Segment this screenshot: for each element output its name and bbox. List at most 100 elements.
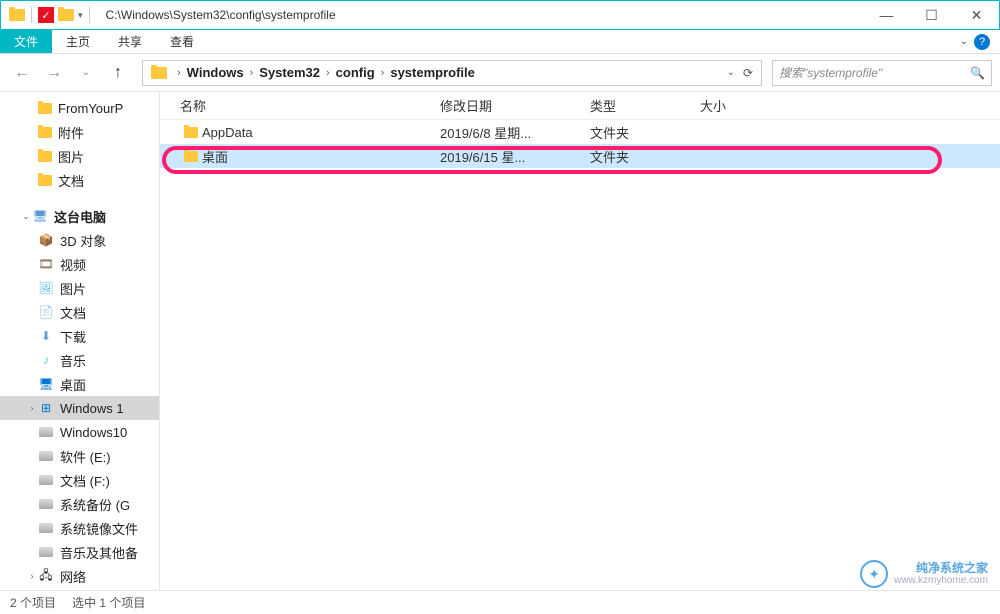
breadcrumb-item[interactable]: Windows — [187, 65, 244, 80]
tab-file[interactable]: 文件 — [0, 30, 52, 53]
sidebar-item-label: 系统备份 (G — [60, 495, 130, 514]
sidebar-item-label: 这台电脑 — [54, 207, 106, 226]
sidebar-item-label: 桌面 — [60, 375, 86, 394]
sidebar-item[interactable]: 文档 — [0, 168, 159, 192]
chevron-right-icon[interactable]: › — [177, 67, 181, 79]
recent-dropdown[interactable]: ⌄ — [72, 59, 100, 87]
sidebar-item[interactable]: 🖥 桌面 — [0, 372, 159, 396]
chevron-right-icon[interactable]: › — [326, 67, 330, 79]
breadcrumb-item[interactable]: System32 — [259, 65, 320, 80]
column-header-date[interactable]: 修改日期 — [430, 96, 580, 115]
sidebar-item-label: 音乐及其他备 — [60, 543, 138, 562]
file-list-pane[interactable]: 名称 修改日期 类型 大小 AppData2019/6/8 星期...文件夹桌面… — [160, 92, 1000, 590]
address-bar-row: ← → ⌄ ↑ › Windows › System32 › config › … — [0, 54, 1000, 92]
search-placeholder: 搜索"systemprofile" — [779, 64, 970, 81]
watermark-logo-icon: ✦ — [860, 560, 888, 588]
sidebar-item-this-pc[interactable]: ⌄ 🖥 这台电脑 — [0, 204, 159, 228]
sidebar-item-label: 音乐 — [60, 351, 86, 370]
folder-icon — [38, 151, 52, 162]
qat-dropdown[interactable]: ▾ — [78, 10, 83, 21]
sidebar-item[interactable]: FromYourP — [0, 96, 159, 120]
disk-icon — [39, 451, 53, 461]
music-icon: ♪ — [38, 352, 54, 368]
refresh-icon[interactable]: ⟳ — [743, 66, 753, 80]
back-button[interactable]: ← — [8, 59, 36, 87]
column-header-name[interactable]: 名称 — [160, 96, 430, 115]
sidebar-item[interactable]: 附件 — [0, 120, 159, 144]
separator — [31, 7, 32, 23]
sidebar-item[interactable]: 软件 (E:) — [0, 444, 159, 468]
sidebar-item-label: 图片 — [60, 279, 86, 298]
caret-down-icon[interactable]: ⌄ — [20, 211, 32, 222]
folder-icon — [9, 9, 25, 21]
down-icon: ⬇ — [38, 328, 54, 344]
pic-icon: 🖼 — [38, 280, 54, 296]
caret-icon[interactable]: › — [26, 403, 38, 413]
breadcrumb[interactable]: › Windows › System32 › config › systempr… — [142, 60, 762, 86]
sidebar-item[interactable]: 📦3D 对象 — [0, 228, 159, 252]
caret-icon[interactable]: › — [26, 571, 38, 581]
folder-icon — [38, 127, 52, 138]
chevron-right-icon[interactable]: › — [250, 67, 254, 79]
sidebar-item-label: 软件 (E:) — [60, 447, 111, 466]
quick-access-toolbar: ✓ ▾ C:\Windows\System32\config\systempro… — [1, 7, 336, 23]
folder-icon — [184, 127, 198, 138]
sidebar-item[interactable]: 文档 (F:) — [0, 468, 159, 492]
sidebar-item[interactable]: 📄文档 — [0, 300, 159, 324]
sidebar-item-label: 附件 — [58, 123, 84, 142]
ribbon-help-area: ⌄ ? — [960, 30, 1000, 53]
status-selected-count: 选中 1 个项目 — [72, 594, 145, 611]
search-input[interactable]: 搜索"systemprofile" 🔍 — [772, 60, 992, 86]
sidebar-item-label: 文档 (F:) — [60, 471, 110, 490]
minimize-button[interactable]: — — [864, 1, 909, 29]
sidebar-item[interactable]: 系统镜像文件 — [0, 516, 159, 540]
disk-icon — [39, 427, 53, 437]
breadcrumb-item[interactable]: systemprofile — [390, 65, 475, 80]
sidebar-item[interactable]: 音乐及其他备 — [0, 540, 159, 564]
sidebar-item[interactable]: ›⊞ Windows 1 — [0, 396, 159, 420]
folder-icon[interactable] — [58, 9, 74, 21]
sidebar-item[interactable]: 系统备份 (G — [0, 492, 159, 516]
breadcrumb-item[interactable]: config — [336, 65, 375, 80]
navigation-pane[interactable]: FromYourP附件图片文档 ⌄ 🖥 这台电脑 📦3D 对象🎞视频🖼图片📄文档… — [0, 92, 160, 590]
file-row[interactable]: AppData2019/6/8 星期...文件夹 — [160, 120, 1000, 144]
ribbon-expand-icon[interactable]: ⌄ — [960, 36, 968, 47]
desk-icon: 🖥 — [38, 376, 54, 392]
check-icon[interactable]: ✓ — [38, 7, 54, 23]
sidebar-item-label: 网络 — [60, 567, 86, 586]
sidebar-item[interactable]: ♪ 音乐 — [0, 348, 159, 372]
chevron-right-icon[interactable]: › — [381, 67, 385, 79]
sidebar-item-label: 文档 — [60, 303, 86, 322]
column-header-type[interactable]: 类型 — [580, 96, 690, 115]
maximize-button[interactable]: ☐ — [909, 1, 954, 29]
video-icon: 🎞 — [38, 256, 54, 272]
disk-icon — [39, 547, 53, 557]
watermark-title: 纯净系统之家 — [894, 562, 988, 575]
file-row[interactable]: 桌面2019/6/15 星...文件夹 — [160, 144, 1000, 168]
sidebar-item-label: 视频 — [60, 255, 86, 274]
sidebar-item[interactable]: ⬇下载 — [0, 324, 159, 348]
sidebar-item[interactable]: 图片 — [0, 144, 159, 168]
column-header-size[interactable]: 大小 — [690, 96, 770, 115]
sidebar-item-label: Windows 1 — [60, 401, 124, 416]
win-icon: ⊞ — [38, 400, 54, 416]
sidebar-item[interactable]: ›🖧网络 — [0, 564, 159, 588]
sidebar-item[interactable]: 🖼 图片 — [0, 276, 159, 300]
folder-icon — [38, 103, 52, 114]
tab-home[interactable]: 主页 — [52, 30, 104, 53]
close-button[interactable]: ✕ — [954, 1, 999, 29]
tab-share[interactable]: 共享 — [104, 30, 156, 53]
sidebar-item-label: FromYourP — [58, 101, 123, 116]
3d-icon: 📦 — [38, 232, 54, 248]
sidebar-item[interactable]: 🎞 视频 — [0, 252, 159, 276]
sidebar-item[interactable]: Windows10 — [0, 420, 159, 444]
search-icon[interactable]: 🔍 — [970, 66, 985, 80]
address-dropdown-icon[interactable]: ⌄ — [727, 67, 735, 78]
help-icon[interactable]: ? — [974, 34, 990, 50]
disk-icon — [39, 475, 53, 485]
status-item-count: 2 个项目 — [10, 594, 56, 611]
forward-button[interactable]: → — [40, 59, 68, 87]
up-button[interactable]: ↑ — [104, 59, 132, 87]
tab-view[interactable]: 查看 — [156, 30, 208, 53]
disk-icon — [39, 523, 53, 533]
